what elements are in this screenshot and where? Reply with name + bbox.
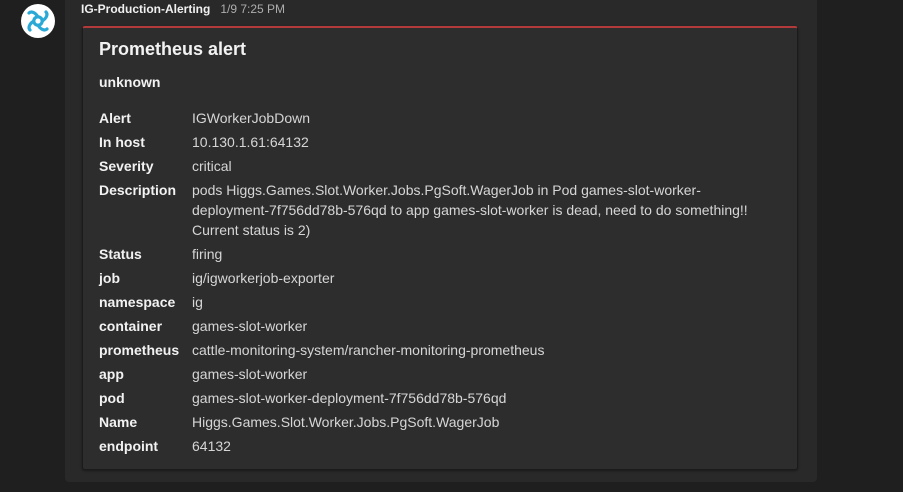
fact-key: app	[99, 366, 124, 382]
bot-logo-icon	[27, 10, 49, 32]
fact-value: firing	[192, 246, 223, 262]
fact-value: critical	[192, 158, 232, 174]
chat-window: IG-Production-Alerting 1/9 7:25 PM Prome…	[0, 0, 903, 492]
fact-value: IGWorkerJobDown	[192, 110, 311, 126]
fact-value: ig	[192, 294, 203, 310]
fact-key: Severity	[99, 158, 154, 174]
fact-value: games-slot-worker-deployment-7f756dd78b-…	[192, 390, 507, 406]
fact-row-description: Description pods Higgs.Games.Slot.Worker…	[99, 180, 779, 240]
fact-key: pod	[99, 390, 125, 406]
fact-row-alert: Alert IGWorkerJobDown	[99, 108, 779, 128]
fact-value: 64132	[192, 438, 231, 454]
fact-list: Alert IGWorkerJobDown In host 10.130.1.6…	[99, 108, 779, 460]
fact-value: games-slot-worker	[192, 366, 308, 382]
fact-row-namespace: namespace ig	[99, 292, 779, 312]
fact-key: prometheus	[99, 342, 180, 358]
fact-value: cattle-monitoring-system/rancher-monitor…	[192, 342, 545, 358]
fact-key: job	[99, 270, 120, 286]
fact-row-pod: pod games-slot-worker-deployment-7f756dd…	[99, 388, 779, 408]
sender-name[interactable]: IG-Production-Alerting	[81, 2, 210, 16]
card-title: Prometheus alert	[99, 39, 247, 59]
fact-value: games-slot-worker	[192, 318, 308, 334]
fact-key: In host	[99, 134, 145, 150]
fact-key: Name	[99, 414, 138, 430]
fact-key: Status	[99, 246, 142, 262]
fact-key: container	[99, 318, 163, 334]
fact-value: 10.130.1.61:64132	[192, 134, 309, 150]
fact-key: namespace	[99, 294, 176, 310]
alert-card: Prometheus alert unknown Alert IGWorkerJ…	[82, 26, 798, 470]
fact-value: Higgs.Games.Slot.Worker.Jobs.PgSoft.Wage…	[192, 414, 500, 430]
fact-key: endpoint	[99, 438, 159, 454]
fact-row-prometheus: prometheus cattle-monitoring-system/ranc…	[99, 340, 779, 360]
message-header: IG-Production-Alerting 1/9 7:25 PM	[81, 2, 285, 18]
fact-row-severity: Severity critical	[99, 156, 779, 176]
fact-row-in-host: In host 10.130.1.61:64132	[99, 132, 779, 152]
fact-key: Description	[99, 182, 177, 198]
fact-row-container: container games-slot-worker	[99, 316, 779, 336]
fact-row-job: job ig/igworkerjob-exporter	[99, 268, 779, 288]
card-subtitle: unknown	[99, 74, 161, 90]
fact-value: pods Higgs.Games.Slot.Worker.Jobs.PgSoft…	[192, 182, 748, 238]
fact-row-app: app games-slot-worker	[99, 364, 779, 384]
fact-value: ig/igworkerjob-exporter	[192, 270, 335, 286]
fact-row-endpoint: endpoint 64132	[99, 436, 779, 456]
message-timestamp: 1/9 7:25 PM	[220, 2, 286, 16]
fact-key: Alert	[99, 110, 131, 126]
fact-row-name: Name Higgs.Games.Slot.Worker.Jobs.PgSoft…	[99, 412, 779, 432]
fact-row-status: Status firing	[99, 244, 779, 264]
avatar[interactable]	[21, 4, 55, 38]
